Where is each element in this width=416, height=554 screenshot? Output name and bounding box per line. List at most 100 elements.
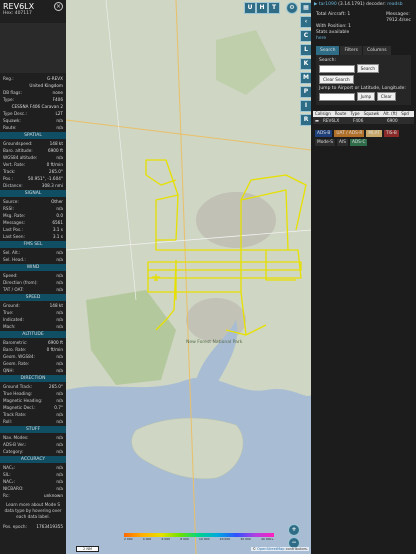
altitude-row-label: Barometric: bbox=[3, 340, 28, 345]
expand-arrow-icon[interactable]: ▶ bbox=[314, 2, 317, 7]
direction-row-value: n/a bbox=[56, 391, 63, 396]
decoder-link[interactable]: readsb bbox=[387, 2, 402, 7]
with-position-value: 1 bbox=[348, 24, 351, 29]
section-header-speed[interactable]: SPEED bbox=[0, 294, 66, 301]
column-header[interactable]: Spd bbox=[399, 111, 411, 117]
map-button-k[interactable]: K bbox=[300, 58, 311, 70]
map-attribution: © OpenStreetMap contributors. bbox=[251, 547, 309, 551]
search-button[interactable]: Search bbox=[356, 64, 379, 73]
source-badge: ADS-B bbox=[315, 130, 333, 137]
signal-row: Last Seen: 3.1 s bbox=[0, 233, 66, 240]
direction-row-label: Ground Track: bbox=[3, 384, 33, 389]
info-row-value: L2T bbox=[55, 111, 63, 116]
source-legend: ADS-B UAT / ADS-R MLAT TIS-B Mode-S AIS ADS-C bbox=[311, 124, 416, 152]
spatial-row: Track: 265.0° bbox=[0, 168, 66, 175]
spatial-row-label: WGS84 altitude: bbox=[3, 155, 38, 160]
signal-row-label: Msg. Rate: bbox=[3, 213, 26, 218]
accuracy-row: Rc: unknown bbox=[0, 492, 66, 499]
info-row: Reg.: G-REVX bbox=[0, 75, 66, 82]
info-row-value: United Kingdom bbox=[29, 83, 63, 88]
stuff-row-label: Nav. Modes: bbox=[3, 435, 29, 440]
tab-columns[interactable]: Columns bbox=[362, 46, 391, 55]
spatial-row-value: n/a bbox=[56, 155, 63, 160]
direction-row: Track Rate: n/a bbox=[0, 411, 66, 418]
accuracy-row-value: unknown bbox=[43, 493, 63, 498]
speed-row-label: Mach: bbox=[3, 324, 16, 329]
section-header-altitude[interactable]: ALTITUDE bbox=[0, 331, 66, 338]
info-row: DB flags: none bbox=[0, 89, 66, 96]
altitude-scale-label: 20 000 bbox=[219, 537, 231, 541]
map-button-c[interactable]: C bbox=[300, 30, 311, 42]
direction-row-value: n/a bbox=[56, 398, 63, 403]
search-label: Search: bbox=[319, 58, 336, 63]
spatial-row: Vert. Rate: 0 ft/min bbox=[0, 161, 66, 168]
section-header-fms[interactable]: FMS SEL bbox=[0, 241, 66, 248]
jump-input[interactable] bbox=[319, 92, 355, 101]
map-button-h[interactable]: H bbox=[256, 2, 268, 14]
map-button-i[interactable]: I bbox=[300, 100, 311, 112]
map-canvas[interactable]: New Forest National Park bbox=[66, 0, 311, 554]
flag-icon: ▬ bbox=[315, 118, 319, 123]
map-button-t[interactable]: T bbox=[268, 2, 280, 14]
signal-row-label: Last Pos.: bbox=[3, 227, 23, 232]
map-button-r[interactable]: R bbox=[300, 114, 311, 126]
total-aircraft-value: 1 bbox=[347, 12, 351, 17]
map-view[interactable]: New Forest National Park U H T ⚙ ▦ ‹ C L… bbox=[66, 0, 311, 554]
accuracy-row-value: n/a bbox=[56, 465, 63, 470]
speed-row-label: Ground: bbox=[3, 303, 20, 308]
wind-row: TAT / OAT: n/a bbox=[0, 286, 66, 293]
accuracy-row-value: n/a bbox=[56, 472, 63, 477]
app-link[interactable]: tar1090 bbox=[319, 2, 337, 7]
wind-row-value: n/a bbox=[56, 273, 63, 278]
jump-label: Jump to Airport or Latitude, Longitude: bbox=[319, 86, 406, 91]
urban-area bbox=[196, 192, 276, 248]
section-header-wind[interactable]: WIND bbox=[0, 264, 66, 271]
settings-gear-icon[interactable]: ⚙ bbox=[286, 2, 298, 14]
stats-link[interactable]: here bbox=[311, 36, 416, 42]
altitude-row-value: 0 ft/min bbox=[46, 347, 63, 352]
map-button-u[interactable]: U bbox=[244, 2, 256, 14]
direction-row-value: n/a bbox=[56, 412, 63, 417]
wind-row-label: Speed: bbox=[3, 273, 18, 278]
direction-row: Ground Track: 265.0° bbox=[0, 383, 66, 390]
info-row: Type: F406 bbox=[0, 96, 66, 103]
section-header-direction[interactable]: DIRECTION bbox=[0, 375, 66, 382]
map-button-p[interactable]: P bbox=[300, 86, 311, 98]
close-icon[interactable]: × bbox=[54, 2, 63, 11]
fms-row-value: n/a bbox=[56, 257, 63, 262]
clear-search-button[interactable]: Clear Search bbox=[319, 75, 354, 84]
section-header-accuracy[interactable]: ACCURACY bbox=[0, 456, 66, 463]
signal-row-value: Other bbox=[51, 199, 63, 204]
table-row[interactable]: ▬ REV6LX F406 6900 bbox=[313, 117, 414, 124]
map-layers-icon[interactable]: ▦ bbox=[300, 2, 311, 14]
tab-search[interactable]: Search bbox=[316, 46, 340, 55]
collapse-sidebar-button[interactable]: ‹ bbox=[300, 16, 311, 28]
aircraft-sections: SPATIAL Groundspeed: 148 kt Baro. altitude:… bbox=[0, 132, 66, 499]
clear-button[interactable]: Clear bbox=[376, 92, 396, 101]
fms-row: Sel. Alt.: n/a bbox=[0, 249, 66, 256]
accuracy-row-label: NACᵥ: bbox=[3, 479, 16, 484]
spatial-row-value: 308.3 nmi bbox=[41, 183, 63, 188]
search-input[interactable] bbox=[319, 64, 355, 73]
section-header-spatial[interactable]: SPATIAL bbox=[0, 132, 66, 139]
tab-filters[interactable]: Filters bbox=[340, 46, 362, 55]
direction-row-label: Magnetic Heading: bbox=[3, 398, 43, 403]
spatial-row-value: 50.951°, -1.604° bbox=[27, 176, 63, 181]
wind-row-value: n/a bbox=[56, 280, 63, 285]
altitude-row-value: n/a bbox=[56, 368, 63, 373]
map-button-l[interactable]: L bbox=[300, 44, 311, 56]
zoom-in-button[interactable]: + bbox=[288, 524, 300, 536]
jump-button[interactable]: Jump bbox=[356, 92, 376, 101]
altitude-row-label: Geom. WGS84: bbox=[3, 354, 35, 359]
signal-row-label: RSSI: bbox=[3, 206, 14, 211]
section-header-signal[interactable]: SIGNAL bbox=[0, 190, 66, 197]
speed-row-value: n/a bbox=[56, 317, 63, 322]
direction-row-label: Track Rate: bbox=[3, 412, 27, 417]
osm-link[interactable]: OpenStreetMap bbox=[257, 547, 284, 551]
section-header-stuff[interactable]: STUFF bbox=[0, 426, 66, 433]
accuracy-row: NICBARO: n/a bbox=[0, 485, 66, 492]
map-button-m[interactable]: M bbox=[300, 72, 311, 84]
mode-s-note: Learn more about Mode S data type by hov… bbox=[4, 502, 62, 519]
source-badge: ADS-C bbox=[349, 139, 368, 146]
signal-row-value: 3.1 s bbox=[52, 227, 63, 232]
